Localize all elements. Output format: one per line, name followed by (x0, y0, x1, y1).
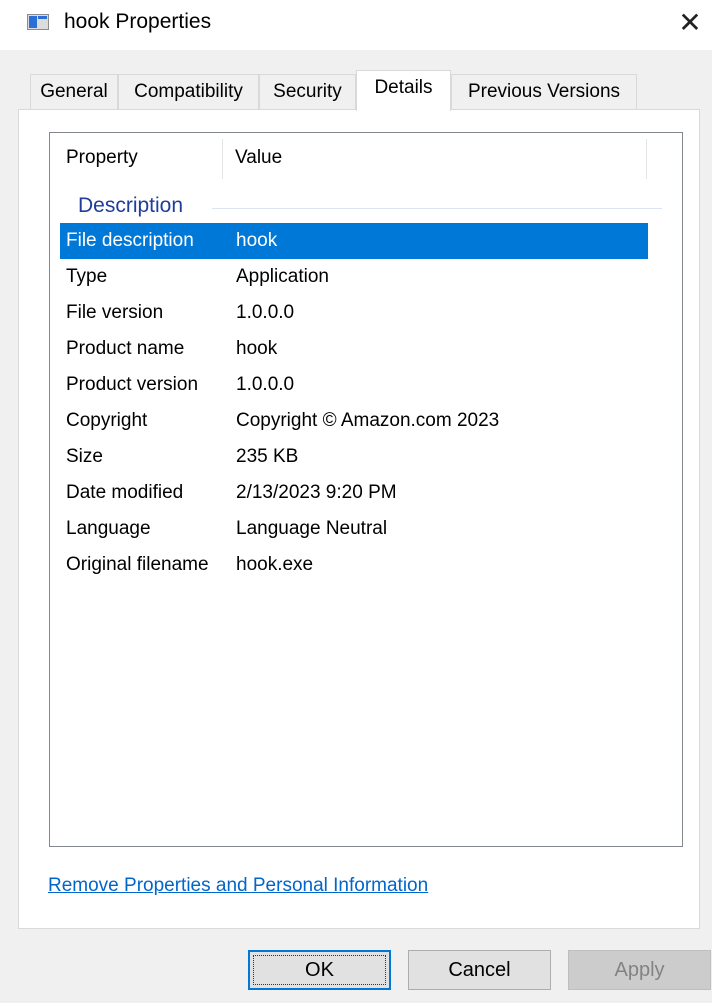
group-divider (212, 208, 662, 209)
close-button[interactable]: ✕ (668, 4, 712, 44)
property-name: Copyright (66, 410, 148, 431)
property-name: File description (66, 230, 194, 251)
property-value: 1.0.0.0 (236, 374, 295, 395)
property-row[interactable]: Type Application (60, 259, 648, 295)
property-row[interactable]: Date modified 2/13/2023 9:20 PM (60, 475, 648, 511)
property-row[interactable]: Product version 1.0.0.0 (60, 367, 648, 403)
property-value: hook (236, 338, 278, 359)
property-value: hook.exe (236, 554, 314, 575)
property-row[interactable]: File description hook (60, 223, 648, 259)
property-row[interactable]: Size 235 KB (60, 439, 648, 475)
application-icon (27, 14, 49, 30)
property-name: File version (66, 302, 164, 323)
column-header-value[interactable]: Value (235, 147, 282, 169)
cancel-button[interactable]: Cancel (408, 950, 551, 990)
property-name: Product name (66, 338, 185, 359)
property-row[interactable]: Original filename hook.exe (60, 547, 648, 583)
property-value: Copyright © Amazon.com 2023 (236, 410, 500, 431)
property-value: Application (236, 266, 329, 287)
details-panel: Property Value Description File descript… (18, 109, 700, 929)
tab-details[interactable]: Details (356, 70, 451, 111)
property-value: 1.0.0.0 (236, 302, 295, 323)
details-list[interactable]: Property Value Description File descript… (49, 132, 683, 847)
column-separator[interactable] (222, 139, 223, 179)
property-value: hook (236, 230, 278, 251)
ok-button[interactable]: OK (248, 950, 391, 990)
property-name: Language (66, 518, 151, 539)
property-row[interactable]: Language Language Neutral (60, 511, 648, 547)
tab-previous-versions[interactable]: Previous Versions (451, 74, 637, 109)
property-name: Size (66, 446, 103, 467)
property-name: Original filename (66, 554, 209, 575)
group-header-description[interactable]: Description (78, 194, 183, 218)
property-rows: File description hook Type Application F… (60, 223, 648, 583)
property-value: 235 KB (236, 446, 299, 467)
property-value: Language Neutral (236, 518, 388, 539)
property-row[interactable]: File version 1.0.0.0 (60, 295, 648, 331)
title-bar: hook Properties ✕ (0, 0, 712, 50)
property-row[interactable]: Product name hook (60, 331, 648, 367)
property-value: 2/13/2023 9:20 PM (236, 482, 397, 503)
window-title: hook Properties (64, 10, 212, 33)
tab-security[interactable]: Security (259, 74, 356, 109)
property-row[interactable]: Copyright Copyright © Amazon.com 2023 (60, 403, 648, 439)
property-name: Type (66, 266, 108, 287)
property-name: Product version (66, 374, 199, 395)
tab-general[interactable]: General (30, 74, 118, 109)
column-header-property[interactable]: Property (66, 147, 138, 169)
remove-properties-link[interactable]: Remove Properties and Personal Informati… (48, 875, 428, 897)
tab-compatibility[interactable]: Compatibility (118, 74, 259, 109)
column-separator[interactable] (646, 139, 647, 179)
apply-button: Apply (568, 950, 711, 990)
focus-rectangle (253, 955, 386, 985)
property-name: Date modified (66, 482, 184, 503)
